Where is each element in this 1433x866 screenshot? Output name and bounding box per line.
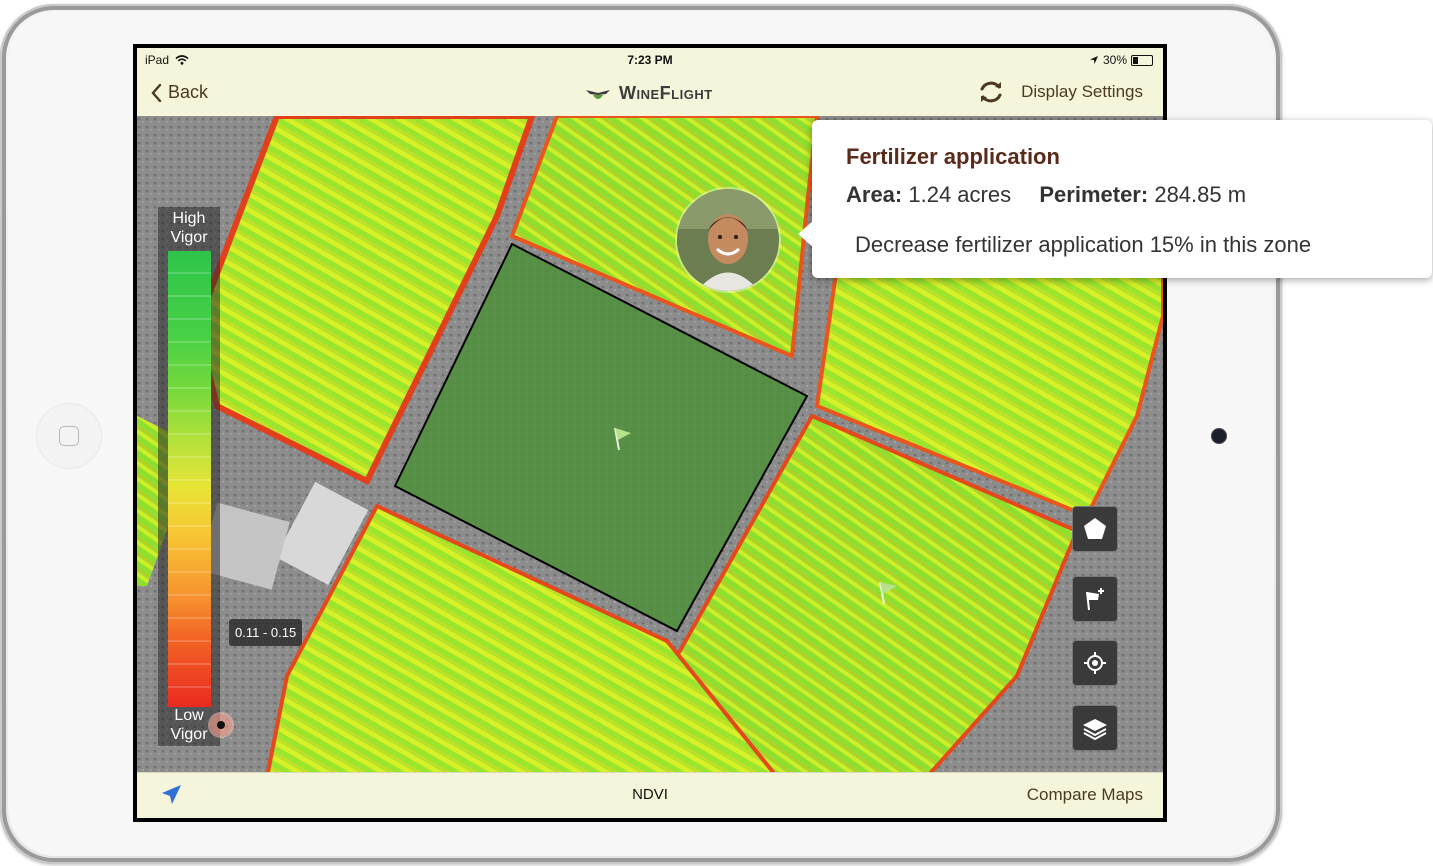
area-value: 1.24 acres — [908, 182, 1012, 207]
display-settings-label: Display Settings — [1021, 82, 1143, 101]
legend-color-scale — [168, 251, 211, 707]
bottom-toolbar: NDVI Compare Maps — [137, 772, 1163, 818]
vigor-legend: High Vigor Low Vigor — [158, 207, 232, 746]
legend-vigor-word-top: Vigor — [170, 229, 208, 246]
app-name: WineFlight — [619, 83, 713, 103]
perimeter-label: Perimeter: — [1039, 182, 1149, 207]
front-camera — [1211, 428, 1227, 444]
location-arrow-icon — [1089, 56, 1098, 64]
chevron-left-icon — [151, 83, 162, 102]
add-flag-icon — [1086, 588, 1104, 611]
callout-measurements: Area: 1.24 acres Perimeter: 284.85 m — [846, 182, 1246, 208]
user-avatar-photo — [677, 189, 779, 291]
home-button[interactable] — [37, 404, 101, 468]
compare-maps-button[interactable]: Compare Maps — [1027, 785, 1143, 805]
battery-icon — [1131, 54, 1153, 66]
legend-vigor-word-bottom: Vigor — [170, 726, 208, 743]
battery-percent: 30% — [1102, 53, 1127, 67]
wineflight-logo-icon — [586, 89, 610, 99]
navigation-bar: Back WineFlight Display Settings — [137, 70, 1163, 117]
locate-me-button[interactable] — [1072, 640, 1118, 686]
status-right: 30% — [1089, 53, 1153, 67]
pentagon-icon — [1084, 518, 1106, 539]
legend-low-word: Low — [174, 707, 204, 724]
refresh-icon — [980, 81, 1002, 103]
callout-note: Decrease fertilizer application 15% in t… — [855, 232, 1312, 257]
home-button-square-icon — [59, 426, 79, 446]
callout-title: Fertilizer application — [846, 144, 1060, 169]
layers-icon — [1083, 719, 1107, 741]
crosshair-icon — [1084, 652, 1106, 674]
area-label: Area: — [846, 182, 903, 207]
callout-pointer — [798, 220, 814, 248]
draw-polygon-button[interactable] — [1072, 506, 1118, 552]
app-logo: WineFlight — [585, 83, 713, 104]
legend-low-label: Low Vigor — [158, 706, 220, 744]
legend-high-word: High — [172, 210, 206, 227]
status-bar: iPad 7:23 PM 30% — [137, 48, 1163, 70]
legend-range-tooltip: 0.11 - 0.15 — [229, 619, 303, 646]
ndvi-layer-label[interactable]: NDVI — [137, 786, 1163, 803]
add-flag-button[interactable] — [1072, 576, 1118, 622]
battery-fill — [1133, 56, 1138, 64]
back-button[interactable]: Back — [151, 82, 208, 103]
user-avatar[interactable] — [675, 187, 781, 293]
map-layers-button[interactable] — [1072, 705, 1118, 751]
status-time: 7:23 PM — [627, 53, 673, 67]
perimeter-value: 284.85 m — [1154, 182, 1247, 207]
legend-high-label: High Vigor — [158, 209, 220, 247]
display-settings-button[interactable]: Display Settings — [977, 78, 1143, 106]
back-label: Back — [168, 82, 209, 102]
zone-info-callout: Fertilizer application Area: 1.24 acres … — [798, 120, 1432, 278]
